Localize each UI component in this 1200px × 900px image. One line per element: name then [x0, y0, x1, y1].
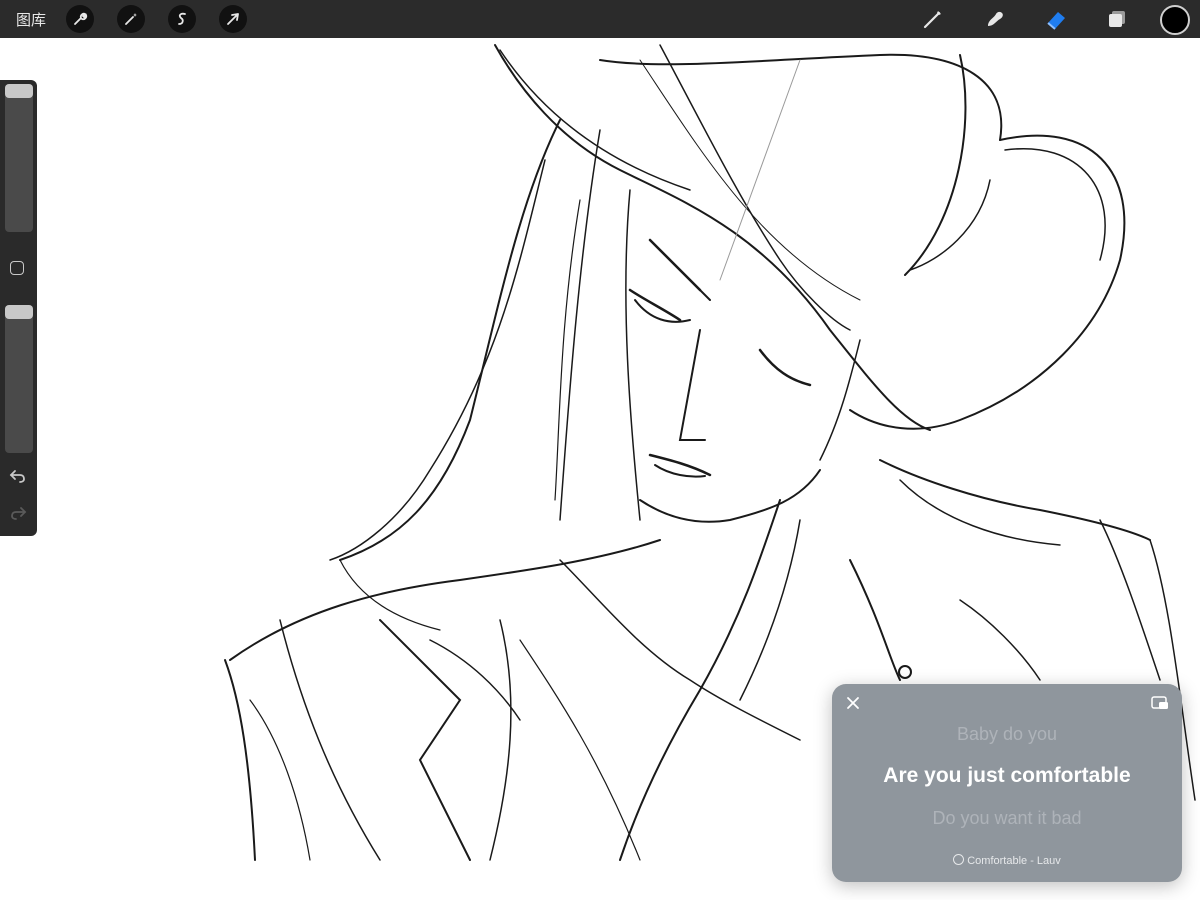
smudge-icon[interactable] — [982, 6, 1008, 32]
color-swatch[interactable] — [1160, 5, 1190, 35]
eraser-icon[interactable] — [1043, 6, 1069, 32]
lyric-previous-line: Baby do you — [956, 724, 1058, 744]
opacity-slider[interactable] — [5, 305, 33, 453]
redo-icon[interactable] — [9, 504, 27, 522]
square-icon[interactable] — [10, 261, 24, 275]
now-playing: Comfortable - Lauv — [832, 854, 1182, 867]
gallery-button[interactable]: 图库 — [16, 9, 46, 30]
left-sidebar — [0, 80, 37, 536]
magic-wand-icon[interactable] — [117, 5, 145, 33]
selection-s-icon[interactable] — [168, 5, 196, 33]
brush-icon[interactable] — [920, 6, 946, 32]
arrow-cursor-icon[interactable] — [219, 5, 247, 33]
picture-in-picture-icon[interactable] — [1150, 694, 1170, 712]
lyric-current-line: Are you just comfortable — [883, 764, 1131, 787]
brush-size-slider[interactable] — [5, 84, 33, 232]
brush-size-thumb[interactable] — [5, 84, 33, 98]
wrench-icon[interactable] — [66, 5, 94, 33]
layers-icon[interactable] — [1104, 6, 1130, 32]
now-playing-text: Comfortable - Lauv — [967, 855, 1061, 867]
undo-icon[interactable] — [9, 467, 27, 485]
music-app-icon — [953, 854, 965, 865]
opacity-thumb[interactable] — [5, 305, 33, 319]
close-icon[interactable] — [844, 694, 862, 712]
top-toolbar: 图库 — [0, 0, 1200, 38]
lyric-next-line: Do you want it bad — [932, 808, 1082, 828]
lyrics-widget: Baby do you Are you just comfortable Do … — [832, 684, 1182, 882]
